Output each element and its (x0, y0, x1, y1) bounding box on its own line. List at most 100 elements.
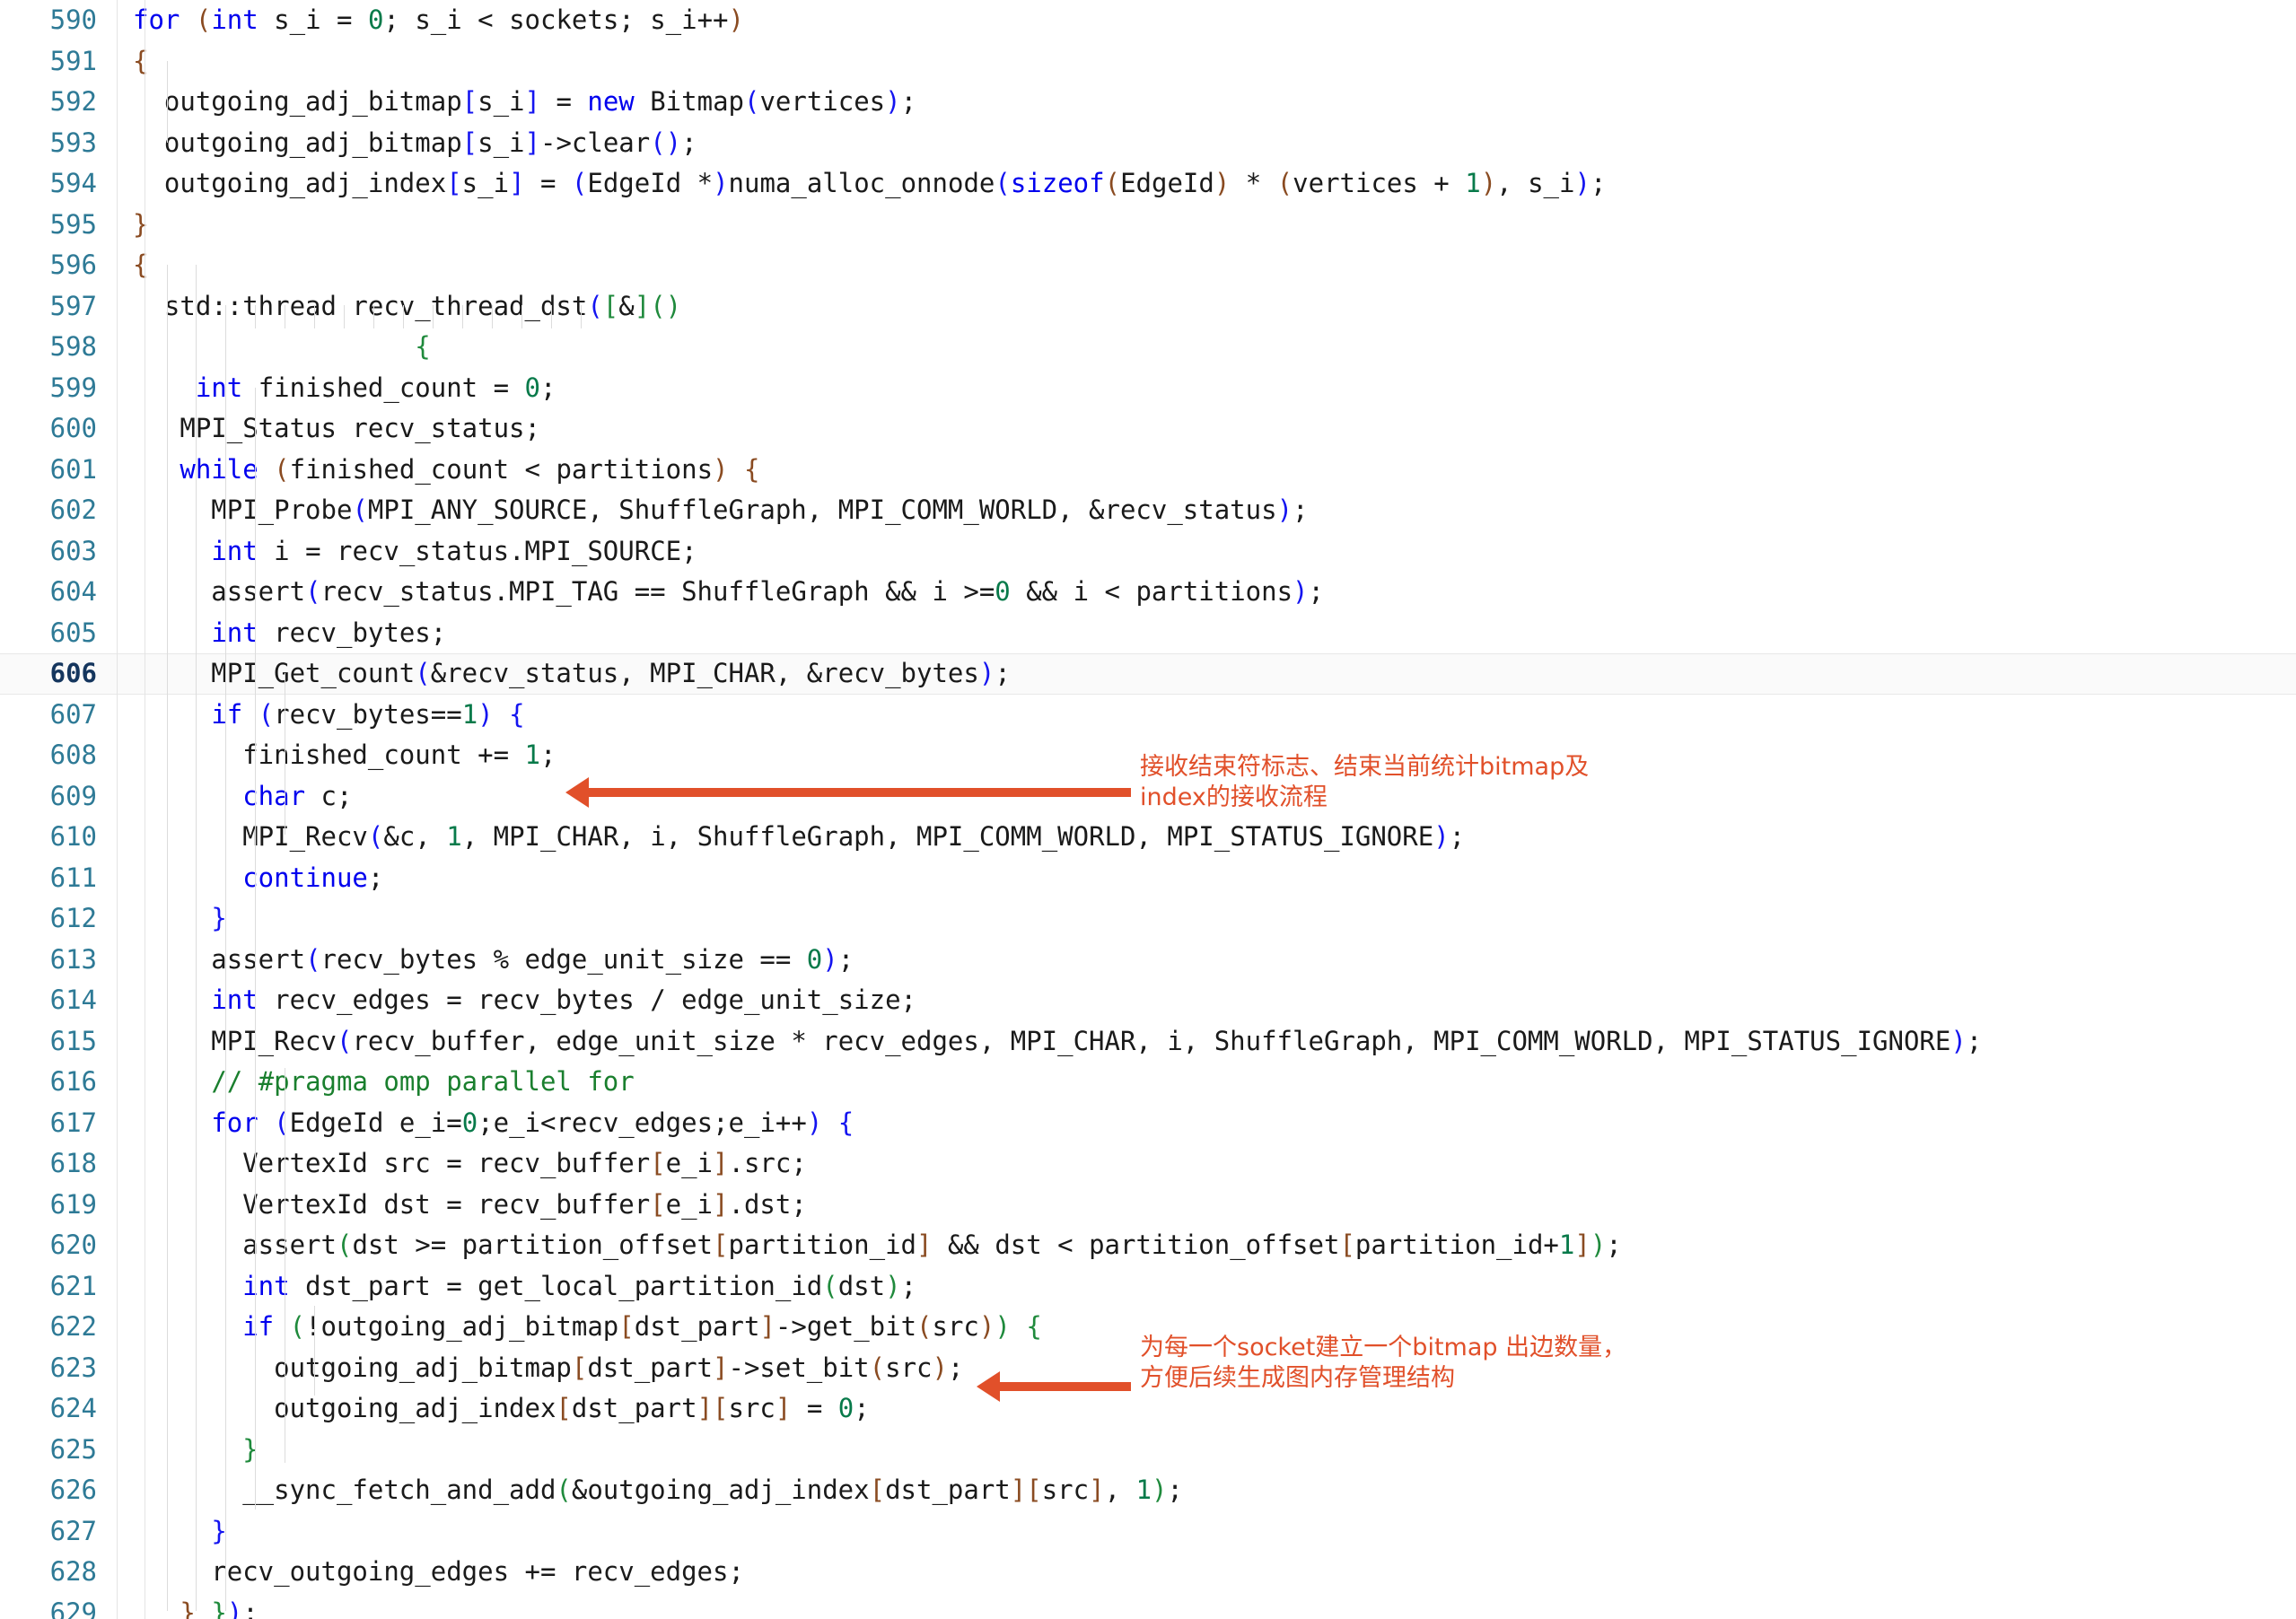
code-line[interactable]: 617 for (EdgeId e_i=0;e_i<recv_edges;e_i… (0, 1103, 2296, 1144)
line-number: 609 (49, 780, 97, 811)
code-text[interactable]: std::thread recv_thread_dst([&]() (133, 286, 681, 328)
code-line[interactable]: 606 MPI_Get_count(&recv_status, MPI_CHAR… (0, 653, 2296, 695)
line-number: 628 (49, 1556, 97, 1587)
code-line[interactable]: 603 int i = recv_status.MPI_SOURCE; (0, 531, 2296, 573)
code-text[interactable]: int recv_bytes; (133, 613, 446, 654)
code-line[interactable]: 620 assert(dst >= partition_offset[parti… (0, 1225, 2296, 1266)
code-text[interactable]: outgoing_adj_index[dst_part][src] = 0; (133, 1388, 870, 1430)
line-number: 619 (49, 1188, 97, 1220)
code-line[interactable]: 629 } }); (0, 1593, 2296, 1619)
code-text[interactable]: outgoing_adj_bitmap[s_i]->clear(); (133, 123, 697, 164)
code-text[interactable]: for (EdgeId e_i=0;e_i<recv_edges;e_i++) … (133, 1103, 854, 1144)
code-text[interactable]: __sync_fetch_and_add(&outgoing_adj_index… (133, 1470, 1183, 1511)
code-text[interactable]: continue; (133, 858, 383, 899)
code-text[interactable]: assert(dst >= partition_offset[partition… (133, 1225, 1622, 1266)
code-text[interactable]: MPI_Probe(MPI_ANY_SOURCE, ShuffleGraph, … (133, 490, 1308, 531)
line-number: 598 (49, 331, 97, 362)
line-number: 594 (49, 168, 97, 198)
annotation-arrow (996, 1382, 1131, 1391)
code-line[interactable]: 625 } (0, 1430, 2296, 1471)
code-text[interactable]: MPI_Status recv_status; (133, 408, 540, 450)
code-line[interactable]: 611 continue; (0, 858, 2296, 899)
code-line[interactable]: 616 // #pragma omp parallel for (0, 1062, 2296, 1103)
line-number: 602 (49, 494, 97, 525)
line-number: 612 (49, 903, 97, 933)
code-line[interactable]: 624 outgoing_adj_index[dst_part][src] = … (0, 1388, 2296, 1430)
code-line[interactable]: 601 while (finished_count < partitions) … (0, 450, 2296, 491)
line-number: 623 (49, 1352, 97, 1383)
code-line[interactable]: 594 outgoing_adj_index[s_i] = (EdgeId *)… (0, 163, 2296, 205)
code-line[interactable]: 597 std::thread recv_thread_dst([&]() (0, 286, 2296, 328)
code-text[interactable]: outgoing_adj_bitmap[s_i] = new Bitmap(ve… (133, 82, 916, 123)
code-text[interactable]: int recv_edges = recv_bytes / edge_unit_… (133, 980, 916, 1021)
code-line[interactable]: 590 for (int s_i = 0; s_i < sockets; s_i+… (0, 0, 2296, 41)
code-line[interactable]: 604 assert(recv_status.MPI_TAG == Shuffl… (0, 572, 2296, 613)
code-text[interactable]: for (int s_i = 0; s_i < sockets; s_i++) (133, 0, 744, 41)
code-line[interactable]: 628 recv_outgoing_edges += recv_edges; (0, 1552, 2296, 1593)
code-line[interactable]: 595} (0, 205, 2296, 246)
code-text[interactable]: int i = recv_status.MPI_SOURCE; (133, 531, 697, 573)
line-number: 611 (49, 862, 97, 893)
line-number: 592 (49, 86, 97, 117)
code-text[interactable]: { (133, 327, 430, 368)
line-number: 604 (49, 576, 97, 607)
code-line[interactable]: 605 int recv_bytes; (0, 613, 2296, 654)
code-text[interactable]: recv_outgoing_edges += recv_edges; (133, 1552, 744, 1593)
code-text[interactable]: MPI_Recv(&c, 1, MPI_CHAR, i, ShuffleGrap… (133, 817, 1465, 858)
code-text[interactable]: outgoing_adj_bitmap[dst_part]->set_bit(s… (133, 1348, 963, 1389)
code-line[interactable]: 626 __sync_fetch_and_add(&outgoing_adj_i… (0, 1470, 2296, 1511)
line-number: 624 (49, 1393, 97, 1423)
line-number: 608 (49, 739, 97, 770)
code-line[interactable]: 612 } (0, 898, 2296, 940)
code-text[interactable]: finished_count += 1; (133, 735, 556, 776)
line-number: 618 (49, 1148, 97, 1178)
code-line[interactable]: 619 VertexId dst = recv_buffer[e_i].dst; (0, 1185, 2296, 1226)
annotation-1-text: 接收结束符标志、结束当前统计bitmap及index的接收流程 (1140, 753, 1590, 811)
line-number: 595 (49, 208, 97, 240)
code-text[interactable]: if (!outgoing_adj_bitmap[dst_part]->get_… (133, 1307, 1042, 1348)
code-editor[interactable]: 590 for (int s_i = 0; s_i < sockets; s_i+… (0, 0, 2296, 1619)
code-text[interactable]: while (finished_count < partitions) { (133, 450, 759, 491)
code-text[interactable]: int finished_count = 0; (133, 368, 556, 409)
code-text[interactable]: int dst_part = get_local_partition_id(ds… (133, 1266, 916, 1308)
code-text[interactable]: if (recv_bytes==1) { (133, 695, 524, 736)
code-text[interactable]: } (133, 1430, 258, 1471)
code-line[interactable]: 607 if (recv_bytes==1) { (0, 695, 2296, 736)
line-number: 616 (49, 1066, 97, 1097)
code-text[interactable]: } }); (133, 1593, 258, 1619)
line-number: 625 (49, 1433, 97, 1465)
code-text[interactable]: VertexId dst = recv_buffer[e_i].dst; (133, 1185, 807, 1226)
code-text[interactable]: // #pragma omp parallel for (133, 1062, 634, 1103)
code-text[interactable]: assert(recv_bytes % edge_unit_size == 0)… (133, 940, 854, 981)
code-line[interactable]: 596 { (0, 245, 2296, 286)
code-text[interactable]: { (133, 41, 148, 83)
line-number: 593 (49, 127, 97, 158)
code-text[interactable]: assert(recv_status.MPI_TAG == ShuffleGra… (133, 572, 1324, 613)
code-text[interactable]: char c; (133, 776, 352, 818)
code-text[interactable]: } (133, 205, 148, 246)
code-line[interactable]: 615 MPI_Recv(recv_buffer, edge_unit_size… (0, 1021, 2296, 1063)
code-line[interactable]: 591 { (0, 41, 2296, 83)
code-text[interactable]: MPI_Get_count(&recv_status, MPI_CHAR, &r… (133, 653, 1010, 695)
code-line[interactable]: 599 int finished_count = 0; (0, 368, 2296, 409)
code-text[interactable]: VertexId src = recv_buffer[e_i].src; (133, 1143, 807, 1185)
code-text[interactable]: } (133, 898, 226, 940)
code-line[interactable]: 600 MPI_Status recv_status; (0, 408, 2296, 450)
code-text[interactable]: MPI_Recv(recv_buffer, edge_unit_size * r… (133, 1021, 1982, 1063)
code-line[interactable]: 621 int dst_part = get_local_partition_i… (0, 1266, 2296, 1308)
code-line[interactable]: 610 MPI_Recv(&c, 1, MPI_CHAR, i, Shuffle… (0, 817, 2296, 858)
code-line[interactable]: 602 MPI_Probe(MPI_ANY_SOURCE, ShuffleGra… (0, 490, 2296, 531)
code-text[interactable]: } (133, 1511, 226, 1553)
code-text[interactable]: { (133, 245, 148, 286)
line-number: 614 (49, 985, 97, 1015)
code-line[interactable]: 598 { (0, 327, 2296, 368)
code-text[interactable]: outgoing_adj_index[s_i] = (EdgeId *)numa… (133, 163, 1607, 205)
line-number: 629 (49, 1597, 97, 1619)
code-line[interactable]: 627 } (0, 1511, 2296, 1553)
code-line[interactable]: 592 outgoing_adj_bitmap[s_i] = new Bitma… (0, 82, 2296, 123)
code-line[interactable]: 618 VertexId src = recv_buffer[e_i].src; (0, 1143, 2296, 1185)
code-line[interactable]: 613 assert(recv_bytes % edge_unit_size =… (0, 940, 2296, 981)
code-line[interactable]: 593 outgoing_adj_bitmap[s_i]->clear(); (0, 123, 2296, 164)
line-number: 603 (49, 535, 97, 566)
code-line[interactable]: 614 int recv_edges = recv_bytes / edge_u… (0, 980, 2296, 1021)
